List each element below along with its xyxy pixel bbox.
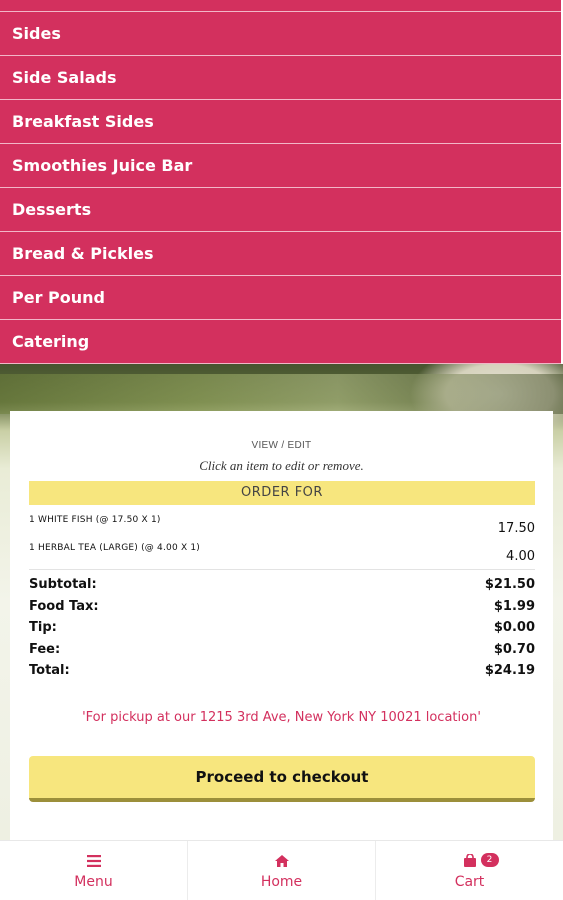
menu-icon [86,852,101,870]
category-label: Smoothies Juice Bar [12,156,193,175]
category-label: Side Salads [12,68,117,87]
tip-row: Tip: $0.00 [29,620,535,642]
food-tax-row: Food Tax: $1.99 [29,599,535,621]
category-item-sides[interactable]: Sides [0,12,561,56]
category-menu: Sides Side Salads Breakfast Sides Smooth… [0,0,561,364]
category-label: Desserts [12,200,92,219]
category-label: Per Pound [12,288,105,307]
home-icon [274,852,289,870]
category-label: Bread & Pickles [12,244,154,263]
totals-block: Subtotal: $21.50 Food Tax: $1.99 Tip: $0… [29,577,535,685]
proceed-to-checkout-button[interactable]: Proceed to checkout [29,756,535,802]
nav-home[interactable]: Home [187,841,375,900]
category-label: Sides [12,24,61,43]
category-item-smoothies-juice-bar[interactable]: Smoothies Juice Bar [0,144,561,188]
nav-cart[interactable]: 2 Cart [375,841,563,900]
total-label: Total: [29,663,70,678]
order-item-row[interactable]: 1 HERBAL TEA (LARGE) (@ 4.00 X 1) 4.00 [29,541,535,564]
subtotal-row: Subtotal: $21.50 [29,577,535,599]
cart-count-badge: 2 [480,852,499,867]
order-item-price: 17.50 [497,521,535,536]
edit-hint: Click an item to edit or remove. [199,458,364,473]
view-edit-label[interactable]: VIEW / EDIT [10,440,553,451]
category-label: Breakfast Sides [12,112,154,131]
category-item-partial[interactable] [0,0,561,12]
total-value: $24.19 [484,663,535,678]
food-tax-label: Food Tax: [29,598,99,614]
pickup-note: 'For pickup at our 1215 3rd Ave, New Yor… [82,710,481,725]
background-leaf-band [0,374,563,414]
order-for-banner: ORDER FOR [29,481,535,505]
shopping-bag-icon: 2 [463,852,499,870]
food-tax-value: $1.99 [493,598,535,614]
category-item-breakfast-sides[interactable]: Breakfast Sides [0,100,561,144]
tip-label: Tip: [29,620,57,635]
total-row: Total: $24.19 [29,663,535,685]
nav-menu-label: Menu [74,873,113,890]
subtotal-label: Subtotal: [29,577,97,592]
tip-value: $0.00 [493,620,535,635]
order-item-price: 4.00 [506,549,535,564]
order-item-row[interactable]: 1 WHITE FISH (@ 17.50 X 1) 17.50 [29,513,535,536]
category-label: Catering [12,332,90,351]
fee-label: Fee: [29,641,61,657]
category-item-bread-pickles[interactable]: Bread & Pickles [0,232,561,276]
nav-home-label: Home [260,873,303,890]
category-item-side-salads[interactable]: Side Salads [0,56,561,100]
order-summary-card: VIEW / EDIT Click an item to edit or rem… [10,411,553,851]
order-item-name: 1 WHITE FISH (@ 17.50 X 1) [29,515,161,525]
category-item-per-pound[interactable]: Per Pound [0,276,561,320]
nav-menu[interactable]: Menu [0,841,187,900]
items-divider [29,569,535,570]
fee-row: Fee: $0.70 [29,642,535,664]
subtotal-value: $21.50 [484,577,535,592]
category-item-catering[interactable]: Catering [0,320,561,364]
bottom-nav: Menu Home 2 Cart [0,840,563,900]
fee-value: $0.70 [493,641,535,657]
category-item-desserts[interactable]: Desserts [0,188,561,232]
nav-cart-label: Cart [454,873,485,890]
order-item-name: 1 HERBAL TEA (LARGE) (@ 4.00 X 1) [29,543,201,553]
